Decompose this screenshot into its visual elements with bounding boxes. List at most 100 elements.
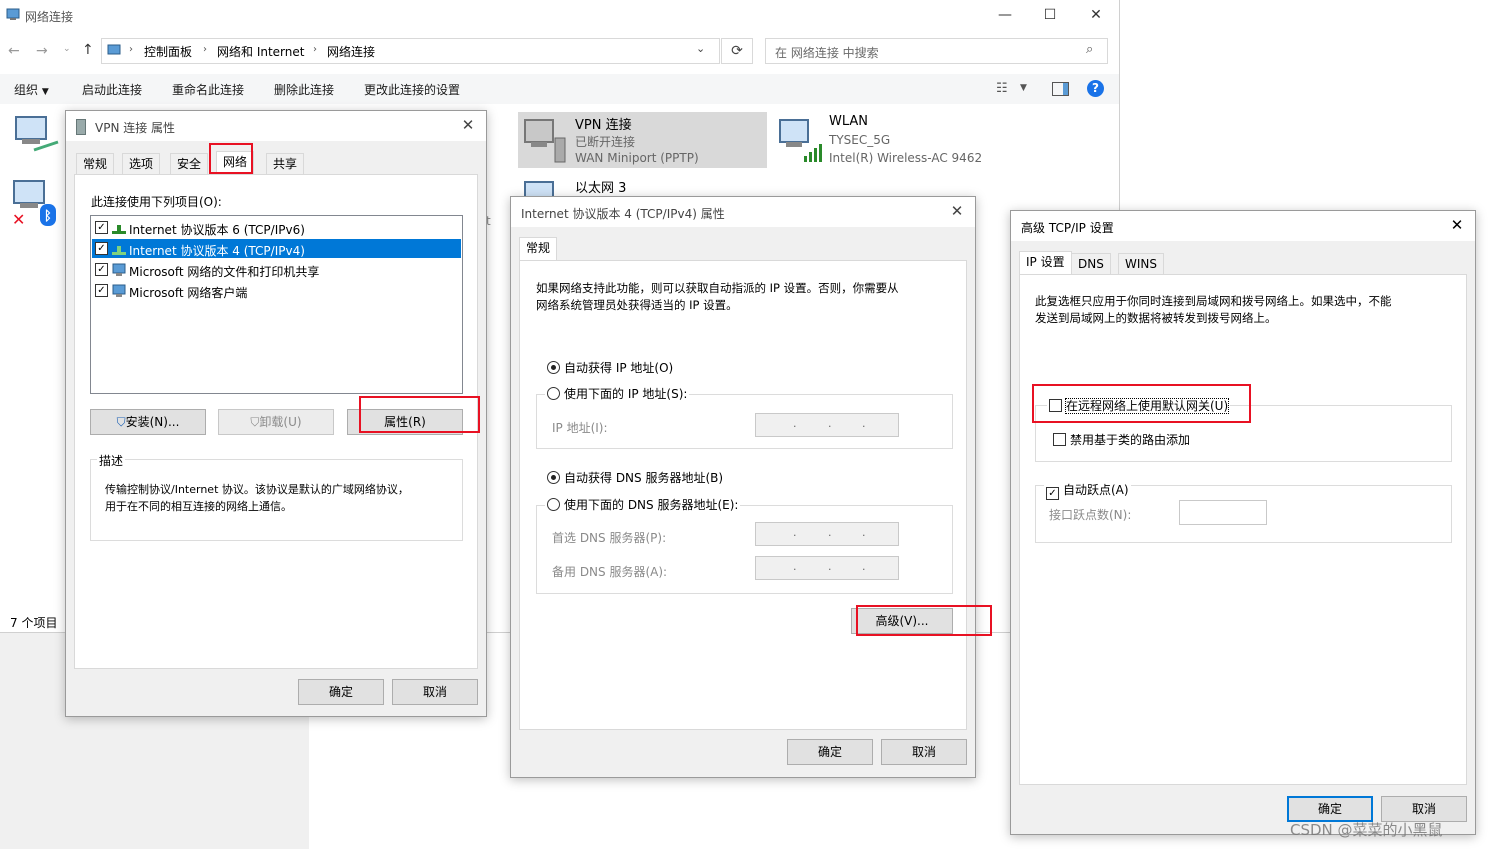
vpn-cancel-button[interactable]: 取消 [392, 679, 478, 705]
install-label: 安装(N)... [125, 415, 180, 429]
alternate-dns-field[interactable]: ... [755, 556, 899, 580]
highlight-properties-box [359, 396, 480, 433]
adv-dialog-titlebar: 高级 TCP/IP 设置 ✕ [1011, 211, 1475, 241]
auto-dns-radio[interactable]: 自动获得 DNS 服务器地址(B) [547, 469, 723, 486]
vpn-connection-item[interactable]: VPN 连接 已断开连接 WAN Miniport (PPTP) [518, 112, 767, 168]
search-icon: ⌕ [1086, 42, 1094, 57]
ipv4-dialog-close-icon[interactable]: ✕ [947, 201, 967, 221]
search-box[interactable]: 在 网络连接 中搜索 ⌕ [765, 38, 1108, 64]
organize-menu[interactable]: 组织 ▼ [14, 81, 49, 98]
vpn-dialog-title: VPN 连接 属性 [95, 121, 176, 135]
uninstall-button[interactable]: ⛉卸载(U) [218, 409, 334, 435]
tab-general[interactable]: 常规 [519, 237, 558, 260]
ipv4-label: Internet 协议版本 4 (TCP/IPv4) [129, 244, 305, 258]
auto-dns-label: 自动获得 DNS 服务器地址(B) [564, 471, 724, 485]
breadcrumb-control-panel[interactable]: 控制面板 [144, 43, 192, 60]
status-bar-count: 7 个项目 [10, 616, 58, 630]
network-folder-icon [6, 7, 20, 21]
manual-dns-radio[interactable]: 使用下面的 DNS 服务器地址(E): [545, 496, 741, 513]
auto-metric-checkbox[interactable]: ✓ 自动跃点(A) [1044, 481, 1131, 500]
address-bar[interactable]: › 控制面板 › 网络和 Internet › 网络连接 ⌄ [101, 38, 720, 64]
radio-indicator [547, 361, 560, 374]
install-button[interactable]: ⛉安装(N)... [90, 409, 206, 435]
adv-dialog-close-icon[interactable]: ✕ [1447, 215, 1467, 235]
ip-address-field[interactable]: ... [755, 413, 899, 437]
auto-ip-label: 自动获得 IP 地址(O) [564, 361, 674, 375]
auto-ip-radio[interactable]: 自动获得 IP 地址(O) [547, 359, 673, 376]
delete-connection-button[interactable]: 删除此连接 [274, 81, 334, 98]
wlan-connection-item[interactable]: WLAN TYSEC_5G Intel(R) Wireless-AC 9462 [773, 112, 1023, 168]
monitor-client-icon [112, 284, 126, 297]
manual-ip-radio[interactable]: 使用下面的 IP 地址(S): [545, 385, 690, 402]
ethernet3-connection-item[interactable]: 以太网 3 [518, 174, 767, 198]
advanced-tcpip-dialog: 高级 TCP/IP 设置 ✕ IP 设置 DNS WINS 此复选框只应用于你同… [1010, 210, 1476, 835]
interface-metric-input[interactable] [1179, 500, 1267, 525]
ms-client-checkbox[interactable]: ✓ [95, 284, 108, 297]
description-line-2: 用于在不同的相互连接的网络上通信。 [105, 500, 292, 513]
maximize-button[interactable]: ☐ [1027, 0, 1073, 30]
tab-security[interactable]: 安全 [170, 153, 209, 174]
network-adapter-icon[interactable] [14, 114, 60, 158]
rename-connection-button[interactable]: 重命名此连接 [172, 81, 244, 98]
list-item[interactable]: ✓ Microsoft 网络客户端 [92, 281, 461, 300]
ipv4-cancel-button[interactable]: 取消 [881, 739, 967, 765]
tab-dns[interactable]: DNS [1071, 253, 1111, 274]
radio-indicator [547, 471, 560, 484]
vpn-title-icon [76, 119, 86, 135]
disable-class-route-checkbox[interactable]: 禁用基于类的路由添加 [1053, 431, 1190, 448]
ip-address-label: IP 地址(I): [552, 421, 608, 435]
network-protocol-icon [112, 246, 126, 255]
protocol-list[interactable]: ✓ Internet 协议版本 6 (TCP/IPv6) ✓ Internet … [90, 215, 463, 394]
list-item[interactable]: ✓ Internet 协议版本 4 (TCP/IPv4) [92, 239, 461, 258]
recent-dropdown-icon[interactable]: ⌄ [63, 44, 71, 54]
bluetooth-network-icon[interactable]: ✕ ᛒ [12, 178, 60, 229]
vpn-dialog-close-icon[interactable]: ✕ [458, 115, 478, 135]
ipv6-checkbox[interactable]: ✓ [95, 221, 108, 234]
list-item[interactable]: ✓ Internet 协议版本 6 (TCP/IPv6) [92, 218, 461, 237]
address-dropdown-icon[interactable]: ⌄ [696, 42, 705, 55]
minimize-button[interactable]: — [982, 0, 1028, 30]
tab-options[interactable]: 选项 [122, 153, 161, 174]
view-options-icon[interactable]: ☷ [996, 81, 1008, 96]
ipv4-properties-dialog: Internet 协议版本 4 (TCP/IPv4) 属性 ✕ 常规 如果网络支… [510, 196, 992, 778]
organize-label: 组织 [14, 83, 39, 97]
tab-ip-settings[interactable]: IP 设置 [1019, 251, 1072, 274]
ip-settings-panel: 此复选框只应用于你同时连接到局域网和拨号网络上。如果选中，不能 发送到局域网上的… [1019, 274, 1467, 785]
vpn-ok-button[interactable]: 确定 [298, 679, 384, 705]
wlan-adapter-icon [776, 116, 824, 164]
refresh-icon[interactable]: ⟳ [721, 38, 753, 64]
breadcrumb-separator-icon: › [203, 44, 207, 55]
auto-metric-label: 自动跃点(A) [1063, 483, 1129, 497]
preferred-dns-field[interactable]: ... [755, 522, 899, 546]
disable-class-route-label: 禁用基于类的路由添加 [1070, 433, 1191, 447]
manual-dns-group [536, 505, 953, 594]
help-icon[interactable]: ? [1087, 80, 1104, 97]
control-panel-icon [107, 43, 121, 57]
start-connection-button[interactable]: 启动此连接 [82, 81, 142, 98]
wlan-connection-name: WLAN [829, 114, 869, 129]
uninstall-label: 卸载(U) [259, 415, 302, 429]
ipv4-intro-line-2: 网络系统管理员处获得适当的 IP 设置。 [536, 298, 738, 312]
checkbox-box [1053, 433, 1066, 446]
radio-indicator [547, 498, 560, 511]
shield-icon: ⛉ [116, 415, 126, 429]
breadcrumb-network-internet[interactable]: 网络和 Internet [217, 43, 304, 60]
ethernet-adapter-icon [521, 178, 569, 198]
forward-arrow-icon[interactable]: → [36, 43, 48, 59]
preview-pane-icon[interactable] [1052, 82, 1069, 96]
network-protocol-icon [112, 225, 126, 234]
tab-sharing[interactable]: 共享 [266, 153, 305, 174]
vpn-adapter-icon [521, 116, 569, 164]
ipv4-checkbox[interactable]: ✓ [95, 242, 108, 255]
tab-wins[interactable]: WINS [1118, 253, 1164, 274]
close-button[interactable]: ✕ [1073, 0, 1119, 30]
change-settings-button[interactable]: 更改此连接的设置 [364, 81, 460, 98]
tab-general[interactable]: 常规 [76, 153, 115, 174]
up-arrow-icon[interactable]: ↑ [82, 42, 94, 58]
view-dropdown-icon[interactable]: ▼ [1020, 83, 1027, 93]
file-sharing-checkbox[interactable]: ✓ [95, 263, 108, 276]
list-item[interactable]: ✓ Microsoft 网络的文件和打印机共享 [92, 260, 461, 279]
back-arrow-icon[interactable]: ← [8, 43, 20, 59]
breadcrumb-network-connections[interactable]: 网络连接 [327, 43, 375, 60]
ipv4-ok-button[interactable]: 确定 [787, 739, 873, 765]
